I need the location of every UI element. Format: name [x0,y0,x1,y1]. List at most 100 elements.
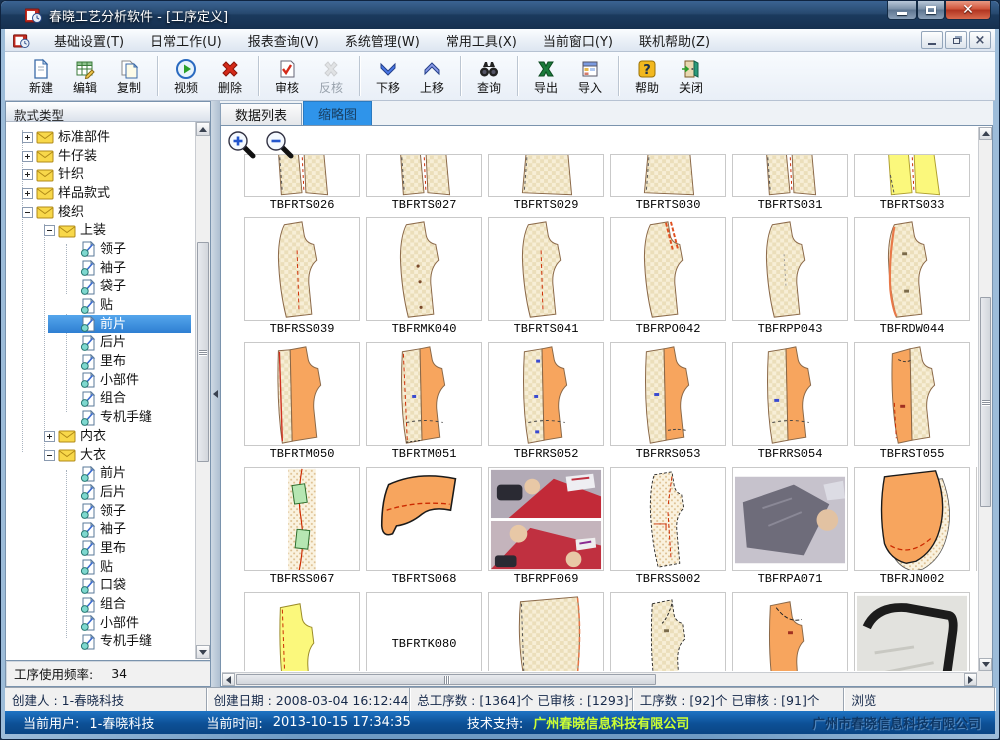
thumbnail-cell-TBFRRS053[interactable]: TBFRRS053 [610,342,726,463]
orange-curl-frill[interactable] [854,467,970,571]
tree-item-贴[interactable]: 贴 [6,558,195,577]
tree-item-后片[interactable]: 后片 [6,334,195,353]
menu-item-基础设置[interactable]: 基础设置(T) [41,29,137,52]
tree-collapse-box[interactable] [22,207,33,218]
duo-cream-left-orange-right-dash[interactable] [366,342,482,446]
tree-item-上装[interactable]: 上装 [6,221,195,240]
tree-item-专机手缝[interactable]: 专机手缝 [6,633,195,652]
tree-item-牛仔装[interactable]: 牛仔装 [6,147,195,166]
thumbnail-cell[interactable] [854,592,970,671]
tree-item-里布[interactable]: 里布 [6,539,195,558]
minimize-button[interactable] [887,1,917,20]
toolbar-button-复制[interactable]: 复制 [107,54,151,99]
photo-grey-fabric[interactable] [732,467,848,571]
panel-single-cream[interactable] [610,154,726,197]
thumbnail-cell[interactable] [488,592,604,671]
thumbnail-cell[interactable] [610,592,726,671]
thumbnail-cell[interactable] [732,592,848,671]
tree-item-袖子[interactable]: 袖子 [6,259,195,278]
toolbar-button-删除[interactable]: 删除 [208,54,252,99]
tree-item-里布[interactable]: 里布 [6,352,195,371]
tree-expand-box[interactable] [22,151,33,162]
bodice-center-dash[interactable] [244,217,360,321]
thumbnail-cell-TBFRJN002[interactable]: TBFRJN002 [854,467,970,588]
duo-orange-body-cream-strip[interactable] [244,342,360,446]
menu-item-系统管理[interactable]: 系统管理(W) [332,29,433,52]
tree-item-后片[interactable]: 后片 [6,483,195,502]
tree-item-贴[interactable]: 贴 [6,296,195,315]
menu-item-日常工作[interactable]: 日常工作(U) [137,29,235,52]
orange-yoke[interactable] [366,467,482,571]
duo-checker-left-orange-right-hem[interactable] [732,342,848,446]
thumbnail-missing-image[interactable]: TBFRTK080 [366,592,482,671]
thumbnail-cell-TBFRTS041[interactable]: TBFRTS041 [488,217,604,338]
thumbnail-cell-TBFRTK080[interactable]: TBFRTK080 [366,592,482,671]
thumbnail-cell-TBFRTS068[interactable]: TBFRTS068 [366,467,482,588]
toolbar-button-帮助[interactable]: ?帮助 [625,54,669,99]
bodice-center-dash[interactable] [488,217,604,321]
tree-expand-box[interactable] [22,188,33,199]
tree-item-标准部件[interactable]: 标准部件 [6,128,195,147]
thumbnail-cell[interactable] [976,467,977,588]
photo-red-sewing[interactable] [488,467,604,571]
thumbnail-cell-TBFRTS027[interactable]: TBFRTS027 [366,154,482,214]
tree-expand-box[interactable] [44,431,55,442]
thumbnail-cell-TBFRTS033[interactable]: TBFRTS033 [854,154,970,214]
tree-item-领子[interactable]: 领子 [6,240,195,259]
tree-item-领子[interactable]: 领子 [6,502,195,521]
skirt-panel-cream[interactable] [488,592,604,671]
menu-item-常用工具[interactable]: 常用工具(X) [433,29,530,52]
sidebar-scrollbar[interactable] [195,122,210,659]
tree-item-前片[interactable]: 前片 [6,464,195,483]
thumbnail-cell-TBFRPA071[interactable]: TBFRPA071 [732,467,848,588]
bodice-dotted-outline[interactable] [610,467,726,571]
duo-cream-left-orange-right-hem[interactable] [488,342,604,446]
thumbnail-cell-TBFRDW044[interactable]: TBFRDW044 [854,217,970,338]
collapse-sidebar-icon[interactable] [213,390,218,398]
panel-splitter[interactable] [211,101,220,687]
grid-horizontal-scrollbar[interactable] [222,672,977,686]
thumbnail-cell-TBFRST055[interactable]: TBFRST055 [854,342,970,463]
panel-single-cream[interactable] [488,154,604,197]
tree-item-袖子[interactable]: 袖子 [6,520,195,539]
tree-item-组合[interactable]: 组合 [6,390,195,409]
thumbnail-cell-TBFRRS054[interactable]: TBFRRS054 [732,342,848,463]
thumbnail-cell-TBFRMK040[interactable]: TBFRMK040 [366,217,482,338]
zoom-in-icon[interactable] [227,130,257,164]
bodice-top-orange[interactable] [732,592,848,671]
tree-item-大衣[interactable]: 大衣 [6,446,195,465]
tree-item-梭织[interactable]: 梭织 [6,203,195,222]
duo-checker-left-orange-right[interactable] [610,342,726,446]
close-button[interactable]: ✕ [945,1,991,20]
thumbnail-cell-TBFRTS030[interactable]: TBFRTS030 [610,154,726,214]
thumbnail-cell-TBFRTS031[interactable]: TBFRTS031 [732,154,848,214]
mdi-restore-button[interactable] [945,31,967,49]
toolbar-button-视频[interactable]: 视频 [164,54,208,99]
tree-item-针织[interactable]: 针织 [6,165,195,184]
toolbar-button-上移[interactable]: 上移 [410,54,454,99]
thumbnail-cell-TBFRPP043[interactable]: TBFRPP043 [732,217,848,338]
tree-item-小部件[interactable]: 小部件 [6,614,195,633]
tree-item-样品款式[interactable]: 样品款式 [6,184,195,203]
bodice-top-checker[interactable] [610,592,726,671]
bodice-dots[interactable] [366,217,482,321]
toolbar-button-审核[interactable]: 审核 [265,54,309,99]
toolbar-button-下移[interactable]: 下移 [366,54,410,99]
bodice-red-edge[interactable] [854,217,970,321]
maximize-button[interactable] [917,1,945,20]
tree-collapse-box[interactable] [44,225,55,236]
thumbnail-cell-TBFRSS067[interactable]: TBFRSS067 [244,467,360,588]
zoom-out-icon[interactable] [265,130,295,164]
toolbar-button-查询[interactable]: 查询 [467,54,511,99]
toolbar-button-关闭[interactable]: 关闭 [669,54,713,99]
pants-two-panel-cream[interactable] [732,154,848,197]
thumbnail-cell-TBFRTM051[interactable]: TBFRTM051 [366,342,482,463]
bodice-plain[interactable] [732,217,848,321]
tree-item-口袋[interactable]: 口袋 [6,577,195,596]
mdi-child-icon[interactable] [13,33,31,48]
thumbnail-cell[interactable] [244,592,360,671]
thumbnail-cell-TBFRSS039[interactable]: TBFRSS039 [244,217,360,338]
tree-expand-box[interactable] [22,169,33,180]
tree-item-小部件[interactable]: 小部件 [6,371,195,390]
tree-item-袋子[interactable]: 袋子 [6,278,195,297]
